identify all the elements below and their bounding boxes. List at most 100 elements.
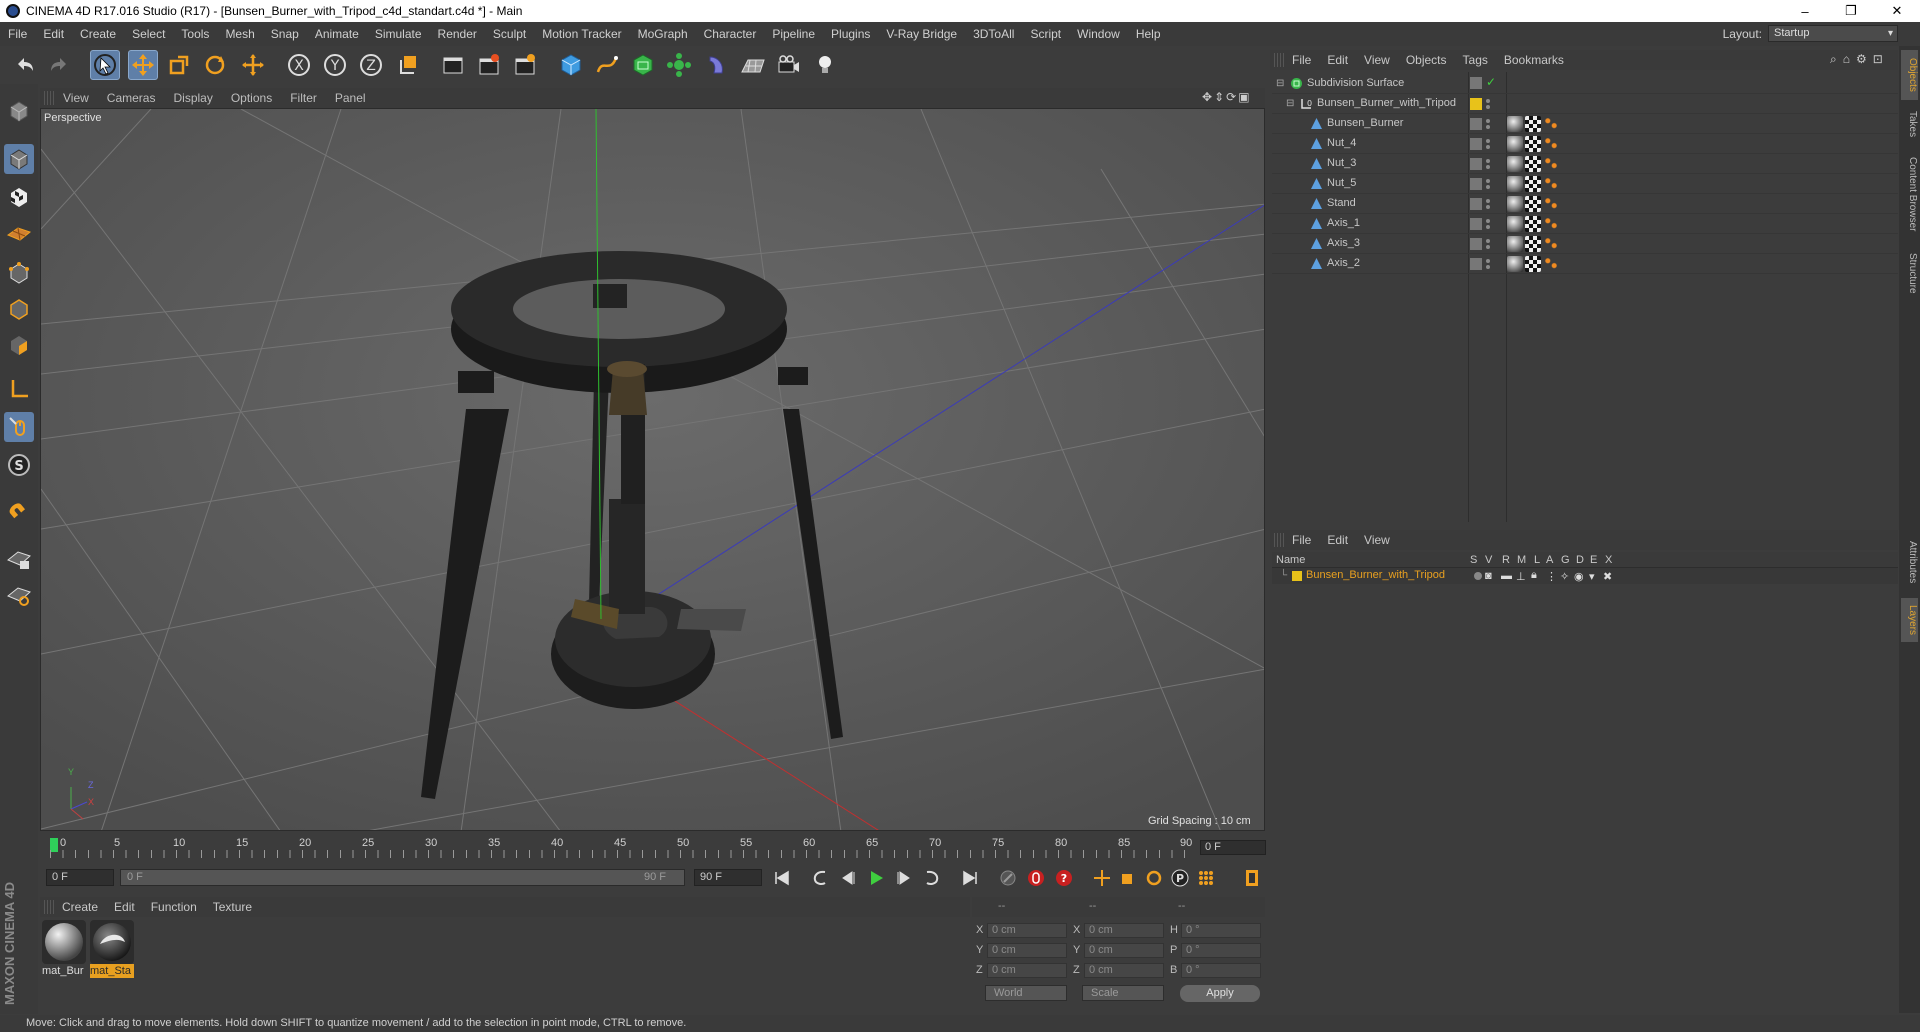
key-parameter-icon[interactable]: P (1168, 866, 1192, 890)
menu-create[interactable]: Create (72, 27, 124, 41)
y-axis-icon[interactable]: Y (320, 50, 350, 80)
toggle-view-icon[interactable]: ▣ (1238, 90, 1249, 104)
display-toggle-icon[interactable] (1470, 218, 1482, 230)
pan-view-icon[interactable]: ✥ (1202, 90, 1212, 104)
solo-icon[interactable]: S (4, 450, 34, 480)
visibility-dots-icon[interactable] (1485, 97, 1491, 111)
texture-tag-icon[interactable] (1525, 136, 1541, 152)
magnet-snap-icon[interactable] (4, 498, 34, 528)
animation-toggle-icon[interactable]: ⋮ (1546, 570, 1557, 583)
size-z-field[interactable]: 0 cm (1084, 963, 1164, 978)
previous-frame-icon[interactable] (836, 866, 860, 890)
expression-toggle-icon[interactable]: ▾ (1589, 570, 1595, 583)
viewport-menu-options[interactable]: Options (222, 91, 281, 105)
tab-attributes[interactable]: Attributes (1901, 530, 1918, 594)
menu-motion-tracker[interactable]: Motion Tracker (534, 27, 629, 41)
coordinate-mode-select[interactable]: World (985, 985, 1067, 1001)
undo-icon[interactable] (10, 50, 40, 80)
display-toggle-icon[interactable] (1470, 178, 1482, 190)
object-row[interactable]: Nut_5 (1272, 174, 1898, 194)
om-menu-tags[interactable]: Tags (1455, 53, 1496, 67)
material-tag-icon[interactable] (1507, 116, 1523, 132)
om-menu-view[interactable]: View (1356, 53, 1398, 67)
menu-plugins[interactable]: Plugins (823, 27, 878, 41)
texture-tag-icon[interactable] (1525, 176, 1541, 192)
rotation-p-field[interactable]: 0 ° (1181, 943, 1261, 958)
coordinate-system-icon[interactable] (394, 50, 424, 80)
close-button[interactable]: ✕ (1874, 0, 1920, 22)
make-editable-icon[interactable] (4, 96, 34, 126)
cube-icon[interactable] (556, 50, 586, 80)
x-axis-icon[interactable]: X (284, 50, 314, 80)
manager-toggle-icon[interactable]: ⊥ (1516, 570, 1526, 583)
texture-tag-icon[interactable] (1525, 216, 1541, 232)
rotation-b-field[interactable]: 0 ° (1181, 963, 1261, 978)
size-x-field[interactable]: 0 cm (1084, 923, 1164, 938)
menu-3dtoall[interactable]: 3DToAll (965, 27, 1022, 41)
om-menu-bookmarks[interactable]: Bookmarks (1496, 53, 1572, 67)
size-y-field[interactable]: 0 cm (1084, 943, 1164, 958)
rotation-h-field[interactable]: 0 ° (1181, 923, 1261, 938)
visibility-dots-icon[interactable] (1485, 237, 1491, 251)
spline-pen-icon[interactable] (592, 50, 622, 80)
menu-vray-bridge[interactable]: V-Ray Bridge (878, 27, 965, 41)
menu-pipeline[interactable]: Pipeline (764, 27, 823, 41)
tab-objects[interactable]: Objects (1901, 50, 1918, 100)
phong-tag-icon[interactable] (1543, 156, 1559, 172)
scale-icon[interactable] (164, 50, 194, 80)
apply-button[interactable]: Apply (1180, 985, 1260, 1002)
visible-toggle-icon[interactable]: ◙ (1485, 570, 1492, 582)
maximize-button[interactable]: ❐ (1828, 0, 1874, 22)
material-menu-edit[interactable]: Edit (106, 900, 143, 914)
material-tag-icon[interactable] (1507, 136, 1523, 152)
collapse-icon[interactable]: ⊟ (1276, 78, 1284, 89)
home-icon[interactable]: ⌂ (1843, 52, 1850, 67)
z-axis-icon[interactable]: Z (356, 50, 386, 80)
object-row[interactable]: Stand (1272, 194, 1898, 214)
texture-tag-icon[interactable] (1525, 256, 1541, 272)
deformer-icon[interactable] (702, 50, 732, 80)
object-row[interactable]: Nut_3 (1272, 154, 1898, 174)
workplane-mode-icon[interactable] (4, 218, 34, 248)
next-key-icon[interactable] (920, 866, 944, 890)
timeline-window-icon[interactable] (1240, 866, 1264, 890)
render-view-icon[interactable] (438, 50, 468, 80)
position-y-field[interactable]: 0 cm (987, 943, 1067, 958)
viewport-menu-cameras[interactable]: Cameras (98, 91, 165, 105)
viewport-menu-panel[interactable]: Panel (326, 91, 375, 105)
menu-select[interactable]: Select (124, 27, 173, 41)
polygons-mode-icon[interactable] (4, 330, 34, 360)
tab-structure[interactable]: Structure (1901, 244, 1918, 302)
visibility-dots-icon[interactable] (1485, 117, 1491, 131)
tweak-mode-icon[interactable] (4, 412, 34, 442)
material-tag-icon[interactable] (1507, 216, 1523, 232)
texture-tag-icon[interactable] (1525, 196, 1541, 212)
display-toggle-icon[interactable] (1470, 158, 1482, 170)
material-tag-icon[interactable] (1507, 196, 1523, 212)
go-to-start-icon[interactable] (770, 866, 794, 890)
phong-tag-icon[interactable] (1543, 176, 1559, 192)
material-tag-icon[interactable] (1507, 256, 1523, 272)
object-row[interactable]: ⊟ 0 Bunsen_Burner_with_Tripod (1272, 94, 1898, 114)
visibility-dots-icon[interactable] (1485, 157, 1491, 171)
display-toggle-icon[interactable] (1470, 258, 1482, 270)
generator-toggle-icon[interactable]: ✧ (1560, 570, 1569, 583)
viewport-menu-view[interactable]: View (54, 91, 98, 105)
dolly-view-icon[interactable]: ⇕ (1214, 90, 1224, 104)
om-menu-objects[interactable]: Objects (1398, 53, 1455, 67)
layer-color-swatch[interactable] (1292, 571, 1302, 581)
solo-toggle-icon[interactable] (1474, 572, 1482, 580)
search-icon[interactable]: ⌕ (1830, 52, 1837, 67)
layer-menu-view[interactable]: View (1356, 533, 1398, 547)
subdivision-icon[interactable] (628, 50, 658, 80)
viewport-menu-display[interactable]: Display (164, 91, 221, 105)
object-row[interactable]: Axis_2 (1272, 254, 1898, 274)
texture-tag-icon[interactable] (1525, 236, 1541, 252)
next-frame-icon[interactable] (892, 866, 916, 890)
object-row[interactable]: ⊟ Subdivision Surface ✓ (1272, 74, 1898, 94)
key-point-level-icon[interactable] (1194, 866, 1218, 890)
visibility-dots-icon[interactable] (1485, 257, 1491, 271)
menu-tools[interactable]: Tools (173, 27, 217, 41)
start-frame-field[interactable]: 0 F (46, 869, 114, 886)
material-swatch-selected[interactable]: mat_Sta (90, 920, 134, 978)
